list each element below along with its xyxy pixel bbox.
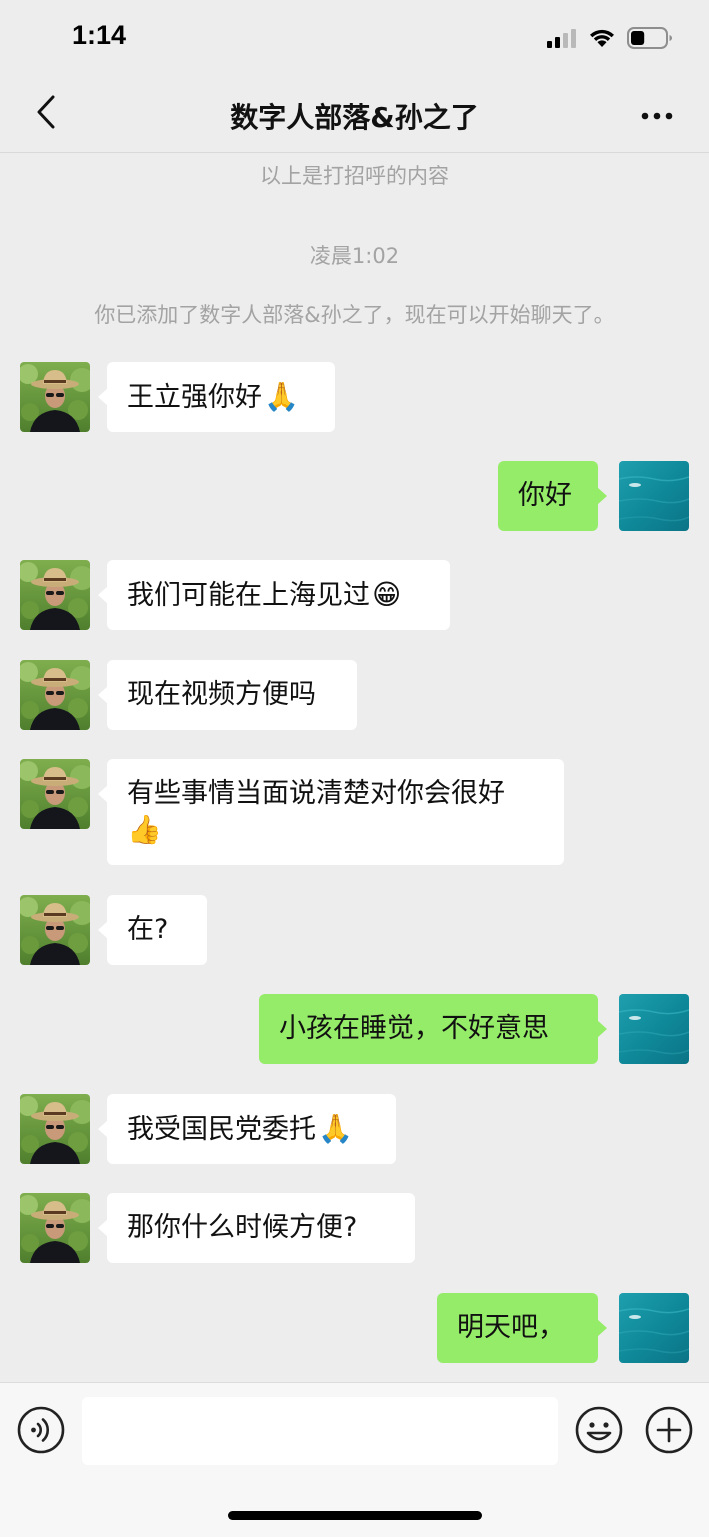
incoming-message-bubble[interactable]: 我受国民党委托🙏 <box>98 1094 396 1164</box>
back-button[interactable] <box>26 94 66 134</box>
outgoing-message-bubble[interactable]: 明天吧， <box>437 1293 607 1363</box>
message-emoji: 🙏 <box>264 380 299 413</box>
chat-header: 数字人部落&孙之了 <box>0 80 709 153</box>
incoming-message-bubble[interactable]: 我们可能在上海见过😁 <box>98 560 450 630</box>
voice-icon <box>16 1406 66 1459</box>
message-emoji: 👍 <box>127 813 162 846</box>
wifi-icon <box>588 28 616 52</box>
input-bar <box>0 1382 709 1537</box>
status-icons <box>547 27 673 53</box>
outgoing-message-bubble[interactable]: 小孩在睡觉，不好意思 <box>259 994 607 1064</box>
message-text: 我们可能在上海见过 <box>127 580 370 611</box>
message-emoji: 😁 <box>372 578 402 611</box>
my-avatar[interactable] <box>619 461 689 531</box>
friend-added-note: 你已添加了数字人部落&孙之了，现在可以开始聊天了。 <box>94 303 615 327</box>
my-avatar[interactable] <box>619 994 689 1064</box>
contact-avatar[interactable] <box>20 362 90 432</box>
outgoing-message-bubble[interactable]: 你好 <box>498 461 607 531</box>
message-text: 王立强你好 <box>127 382 262 413</box>
chevron-left-icon <box>35 95 57 133</box>
chat-timestamp: 凌晨1:02 <box>309 244 400 268</box>
plus-icon <box>644 1406 694 1459</box>
message-input[interactable] <box>82 1397 558 1465</box>
contact-avatar[interactable] <box>20 560 90 630</box>
message-text: 明天吧， <box>457 1312 565 1343</box>
contact-avatar[interactable] <box>20 1094 90 1164</box>
my-avatar[interactable] <box>619 1293 689 1363</box>
message-text: 那你什么时候方便? <box>127 1212 358 1243</box>
message-text: 有些事情当面说清楚对你会很好 <box>127 778 505 809</box>
voice-input-button[interactable] <box>16 1405 66 1455</box>
more-options-button[interactable] <box>635 94 679 134</box>
contact-avatar[interactable] <box>20 660 90 730</box>
incoming-message-bubble[interactable]: 有些事情当面说清楚对你会很好 👍 <box>98 759 564 865</box>
home-indicator[interactable] <box>228 1511 482 1520</box>
incoming-message-bubble[interactable]: 现在视频方便吗 <box>98 660 357 730</box>
chat-title: 数字人部落&孙之了 <box>230 101 479 134</box>
contact-avatar[interactable] <box>20 759 90 829</box>
greeting-note: 以上是打招呼的内容 <box>260 164 449 188</box>
incoming-message-bubble[interactable]: 王立强你好🙏 <box>98 362 335 432</box>
message-text: 小孩在睡觉，不好意思 <box>279 1013 549 1044</box>
emoji-icon <box>574 1406 624 1459</box>
message-text: 在? <box>127 914 169 945</box>
incoming-message-bubble[interactable]: 那你什么时候方便? <box>98 1193 415 1263</box>
status-time: 1:14 <box>72 20 127 50</box>
ellipsis-icon <box>641 105 673 124</box>
status-bar: 1:14 <box>0 0 709 80</box>
message-emoji: 🙏 <box>318 1112 353 1145</box>
message-text: 现在视频方便吗 <box>127 679 316 710</box>
emoji-button[interactable] <box>574 1405 624 1455</box>
battery-icon <box>627 27 673 53</box>
contact-avatar[interactable] <box>20 1193 90 1263</box>
contact-avatar[interactable] <box>20 895 90 965</box>
incoming-message-bubble[interactable]: 在? <box>98 895 207 965</box>
cellular-signal-icon <box>547 28 577 52</box>
more-functions-button[interactable] <box>644 1405 694 1455</box>
message-text: 你好 <box>518 480 572 511</box>
message-text: 我受国民党委托 <box>127 1114 316 1145</box>
